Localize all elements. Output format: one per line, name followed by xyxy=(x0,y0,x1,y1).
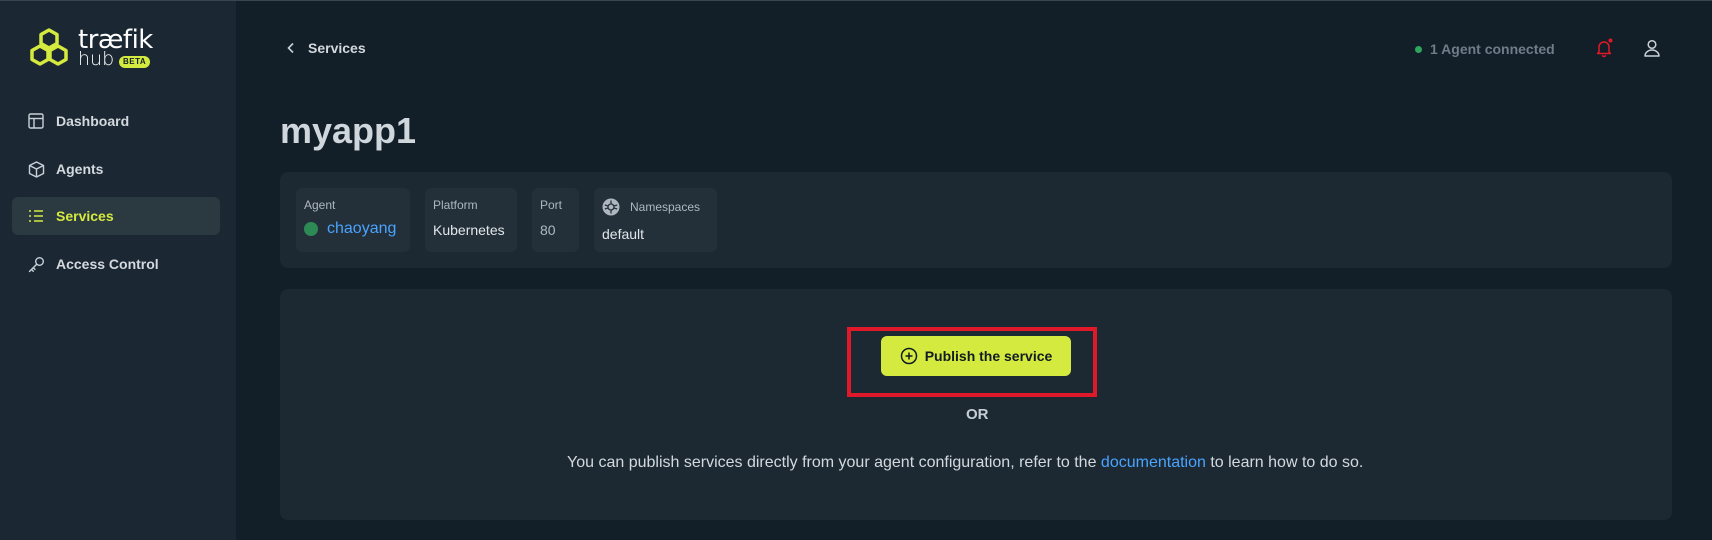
sidebar-item-dashboard[interactable]: Dashboard xyxy=(12,102,220,140)
bell-icon[interactable] xyxy=(1594,38,1614,58)
agent-link[interactable]: chaoyang xyxy=(327,220,396,238)
agent-status-icon xyxy=(304,222,318,236)
or-divider: OR xyxy=(966,406,989,423)
plus-circle-icon xyxy=(900,347,917,365)
top-border xyxy=(0,0,1712,1)
sidebar: træfik hub BETA Dashboard Agents Service… xyxy=(0,1,236,540)
namespaces-label: Namespaces xyxy=(630,200,701,214)
key-icon xyxy=(27,255,45,273)
namespaces-card: Namespaces default xyxy=(594,188,717,252)
agent-status-text: 1 Agent connected xyxy=(1430,41,1555,57)
agent-value[interactable]: chaoyang xyxy=(304,220,402,238)
platform-value: Kubernetes xyxy=(433,222,505,238)
brand-sub: hub xyxy=(78,48,115,70)
sidebar-item-label: Access Control xyxy=(56,256,159,272)
kubernetes-icon xyxy=(602,198,620,216)
platform-card: Platform Kubernetes xyxy=(425,188,517,252)
publish-panel xyxy=(280,289,1672,520)
sidebar-item-label: Agents xyxy=(56,161,104,177)
publish-button-label: Publish the service xyxy=(924,348,1053,364)
agent-label: Agent xyxy=(304,198,336,212)
traefik-hub-logo[interactable]: træfik hub BETA xyxy=(27,25,157,73)
publish-help-text: You can publish services directly from y… xyxy=(567,454,1363,472)
sidebar-item-access-control[interactable]: Access Control xyxy=(12,245,220,283)
status-dot-icon xyxy=(1415,45,1422,53)
back-link-services[interactable]: Services xyxy=(286,40,366,56)
back-label: Services xyxy=(308,40,366,56)
help-text-after: to learn how to do so. xyxy=(1205,454,1364,471)
sidebar-item-label: Dashboard xyxy=(56,113,130,129)
agent-card: Agent chaoyang xyxy=(296,188,410,252)
service-info-panel: Agent chaoyang Platform Kubernetes Port … xyxy=(280,172,1672,268)
platform-label: Platform xyxy=(433,198,478,212)
chevron-left-icon xyxy=(287,42,294,54)
agent-status[interactable]: 1 Agent connected xyxy=(1415,41,1555,57)
beta-badge: BETA xyxy=(119,56,151,68)
port-card: Port 80 xyxy=(532,188,579,252)
sidebar-item-services[interactable]: Services xyxy=(12,197,220,235)
sidebar-item-label: Services xyxy=(56,208,114,224)
user-icon[interactable] xyxy=(1642,38,1662,58)
namespaces-value: default xyxy=(602,226,645,242)
page-title: myapp1 xyxy=(280,110,417,151)
cube-icon xyxy=(27,160,45,178)
port-label: Port xyxy=(540,198,563,212)
help-text-before: You can publish services directly from y… xyxy=(567,454,1101,471)
hexagon-logo-icon xyxy=(30,28,68,66)
publish-service-button[interactable]: Publish the service xyxy=(881,336,1071,376)
list-icon xyxy=(27,207,45,225)
port-value: 80 xyxy=(540,222,556,238)
dashboard-icon xyxy=(27,112,45,130)
documentation-link[interactable]: documentation xyxy=(1101,454,1206,471)
sidebar-item-agents[interactable]: Agents xyxy=(12,150,220,188)
